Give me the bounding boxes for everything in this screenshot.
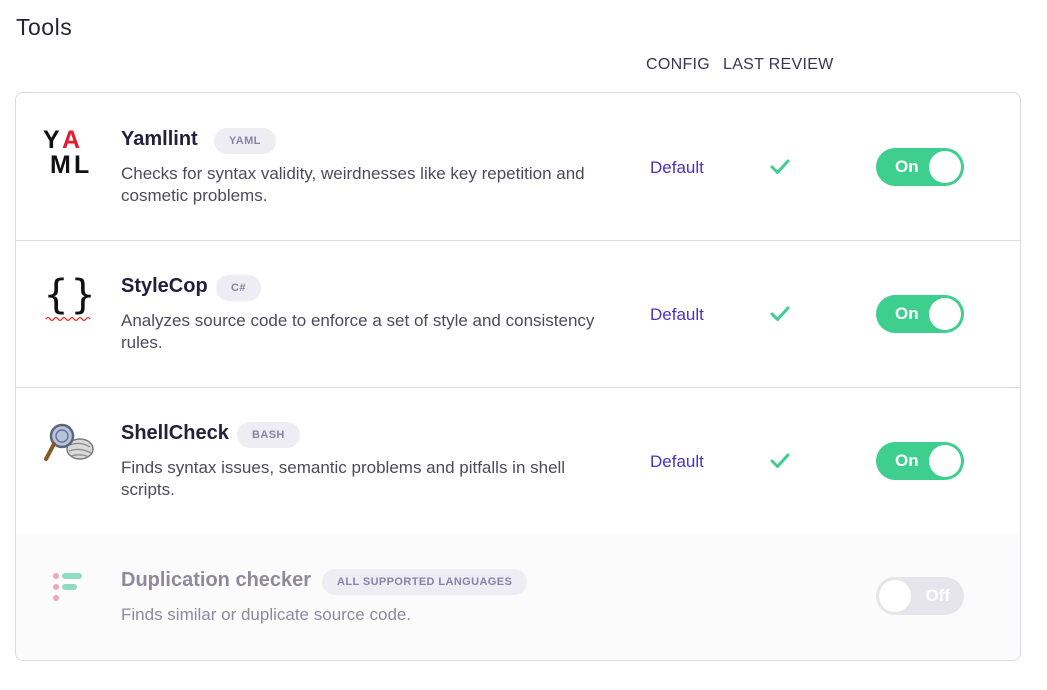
tool-row-yamllint: Y A M L Yamllint YAML Checks for syntax … bbox=[16, 93, 1020, 241]
column-header-config: CONFIG bbox=[646, 56, 711, 73]
page-title: Tools bbox=[16, 14, 73, 40]
tool-description: Checks for syntax validity, weirdnesses … bbox=[121, 164, 585, 205]
tool-name: StyleCop bbox=[121, 275, 208, 297]
tools-list: Y A M L Yamllint YAML Checks for syntax … bbox=[15, 92, 1021, 661]
toggle-knob bbox=[929, 298, 961, 330]
language-badge: YAML bbox=[214, 128, 276, 154]
toggle-label: On bbox=[895, 157, 919, 176]
tool-name: Duplication checker bbox=[121, 569, 312, 591]
column-header-last-review: LAST REVIEW bbox=[723, 56, 834, 73]
svg-text:L: L bbox=[74, 151, 89, 177]
tool-row-shellcheck: ShellCheck BASH Finds syntax issues, sem… bbox=[16, 387, 1020, 535]
duplication-icon bbox=[42, 571, 98, 623]
language-badge: C# bbox=[216, 275, 261, 301]
language-badge: BASH bbox=[237, 422, 300, 448]
yaml-logo-icon: Y A M L bbox=[42, 125, 98, 179]
svg-text:A: A bbox=[62, 126, 80, 154]
curly-braces-icon: { } bbox=[42, 272, 98, 324]
toggle-knob bbox=[929, 445, 961, 477]
tool-description: Analyzes source code to enforce a set of… bbox=[121, 311, 595, 352]
svg-text:Y: Y bbox=[43, 126, 60, 154]
check-icon bbox=[770, 452, 790, 470]
toggle-label: Off bbox=[925, 586, 950, 605]
config-link[interactable]: Default bbox=[650, 158, 704, 178]
config-link[interactable]: Default bbox=[650, 305, 704, 325]
config-link[interactable]: Default bbox=[650, 452, 704, 472]
language-badge: ALL SUPPORTED LANGUAGES bbox=[322, 569, 528, 595]
svg-text:}: } bbox=[71, 272, 95, 318]
tool-row-stylecop: { } StyleCop C# Analyzes source code to … bbox=[16, 240, 1020, 388]
tool-description: Finds similar or duplicate source code. bbox=[121, 605, 412, 624]
toggle-label: On bbox=[895, 451, 919, 470]
tool-name: Yamllint bbox=[121, 128, 198, 150]
tool-toggle[interactable]: Off bbox=[876, 577, 964, 615]
tool-toggle[interactable]: On bbox=[876, 295, 964, 333]
magnifier-shells-icon bbox=[42, 419, 98, 471]
tool-name: ShellCheck bbox=[121, 422, 229, 444]
tool-row-duplication-checker: Duplication checker ALL SUPPORTED LANGUA… bbox=[16, 534, 1020, 660]
toggle-label: On bbox=[895, 304, 919, 323]
tool-description: Finds syntax issues, semantic problems a… bbox=[121, 458, 566, 499]
tool-toggle[interactable]: On bbox=[876, 442, 964, 480]
check-icon bbox=[770, 158, 790, 176]
svg-text:{: { bbox=[44, 272, 68, 318]
check-icon bbox=[770, 305, 790, 323]
toggle-knob bbox=[929, 151, 961, 183]
svg-text:M: M bbox=[50, 151, 71, 177]
toggle-knob bbox=[879, 580, 911, 612]
tool-toggle[interactable]: On bbox=[876, 148, 964, 186]
